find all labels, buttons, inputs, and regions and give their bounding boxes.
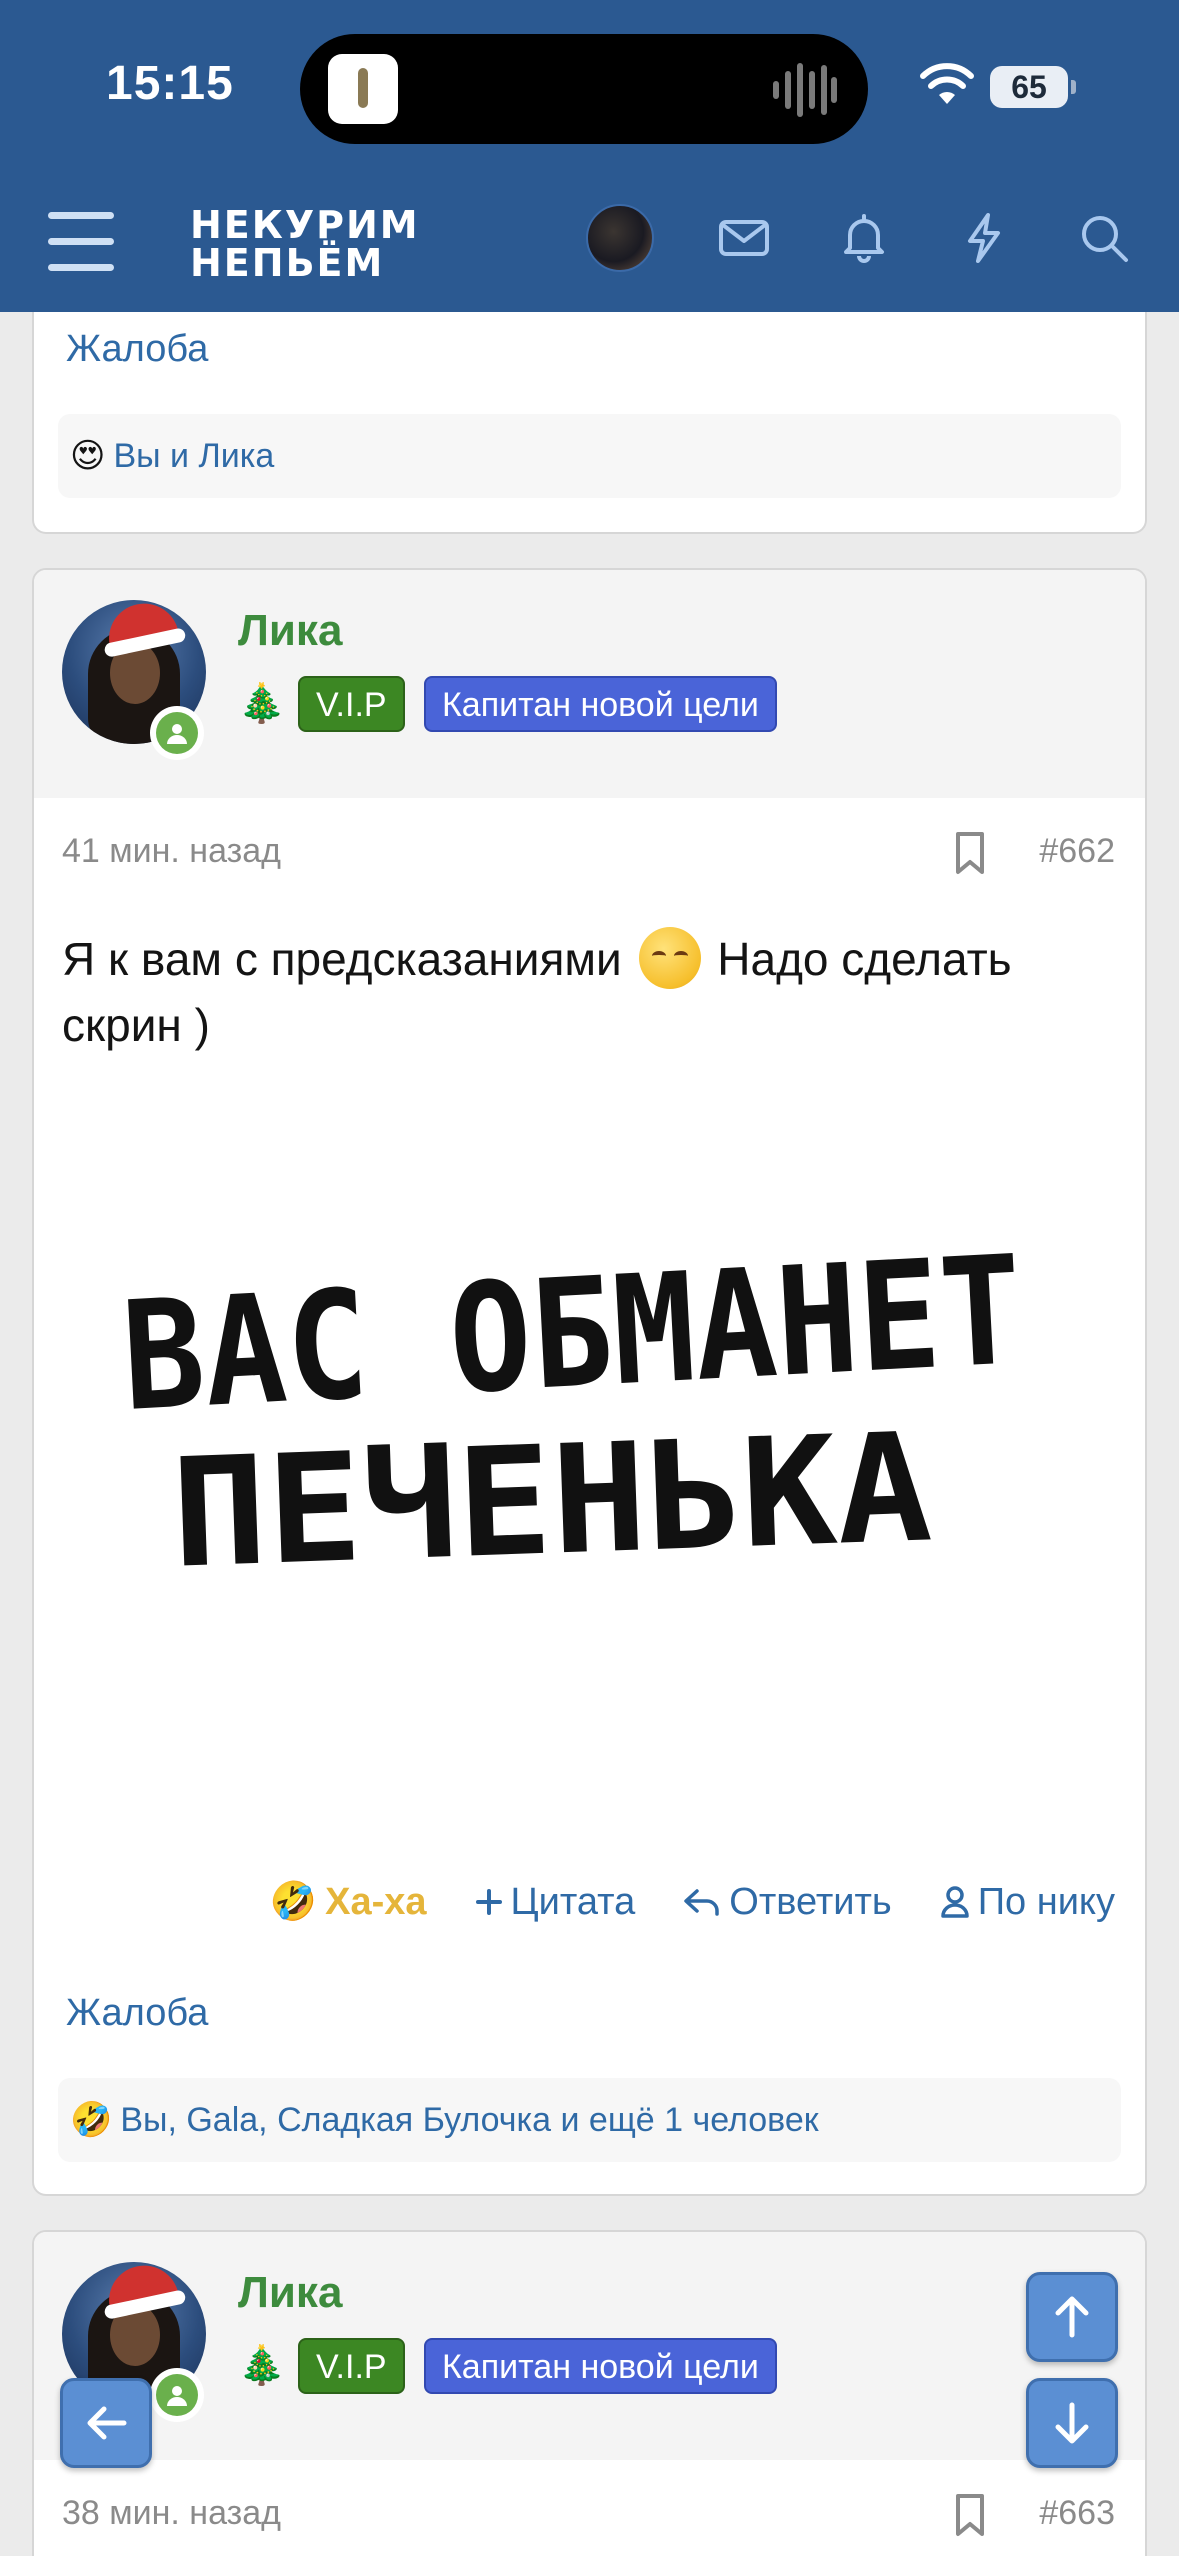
complaint-link[interactable]: Жалоба	[66, 328, 208, 371]
post-user-header: Лика 🎄 V.I.P Капитан новой цели	[34, 2232, 1145, 2460]
post-number[interactable]: #663	[1039, 2494, 1115, 2533]
site-logo[interactable]: НЕКУРИМ НЕПЬЁМ	[190, 206, 420, 282]
bookmark-icon[interactable]	[952, 830, 988, 876]
post-actions: 🤣 Ха-ха Цитата Ответить По нику	[270, 1880, 1115, 1924]
rofl-emoji-icon: 🤣	[269, 1881, 318, 1923]
vip-badge: V.I.P	[298, 2338, 405, 2394]
user-avatar[interactable]	[586, 204, 654, 272]
reply-icon	[684, 1889, 720, 1916]
mention-by-nick-button[interactable]: По нику	[940, 1881, 1115, 1924]
top-bar: 15:15 65 НЕКУРИМ НЕПЬЁМ	[0, 0, 1179, 312]
now-playing-app-icon	[328, 54, 398, 124]
post-user-header: Лика 🎄 V.I.P Капитан новой цели	[34, 570, 1145, 798]
post-number[interactable]: #662	[1039, 832, 1115, 871]
next-post-card: Лика 🎄 V.I.P Капитан новой цели 38 мин. …	[32, 2230, 1147, 2556]
user-icon	[940, 1886, 969, 1918]
bell-icon[interactable]	[836, 210, 892, 266]
relieved-face-emoji-icon	[638, 927, 701, 989]
quote-label: Цитата	[510, 1880, 636, 1923]
arrow-left-icon	[87, 2406, 127, 2440]
online-status-icon	[150, 706, 204, 760]
reply-label: Ответить	[729, 1880, 892, 1923]
menu-icon[interactable]	[48, 212, 114, 272]
search-icon[interactable]	[1076, 210, 1132, 266]
by-nick-label: По нику	[977, 1880, 1115, 1923]
mail-icon[interactable]	[716, 210, 772, 266]
haha-label: Ха-ха	[325, 1880, 427, 1923]
post-text-part-1: Я к вам с предсказаниями	[62, 933, 622, 985]
wifi-icon	[920, 63, 974, 104]
logo-line-2: НЕПЬЁМ	[190, 241, 385, 285]
post-time[interactable]: 41 мин. назад	[62, 832, 281, 871]
lightning-icon[interactable]	[956, 210, 1012, 266]
reactions-summary[interactable]: Вы, Gala, Сладкая Булочка и ещё 1 челове…	[120, 2101, 818, 2140]
image-text-line-2: ПЕЧЕНЬКА	[169, 1401, 935, 1601]
haha-reaction-button[interactable]: 🤣 Ха-ха	[270, 1880, 427, 1924]
arrow-down-icon	[1055, 2402, 1089, 2444]
reactions-bar[interactable]: 😍 Вы и Лика	[58, 414, 1121, 498]
christmas-tree-icon: 🎄	[238, 2345, 286, 2387]
plus-icon	[475, 1889, 502, 1915]
arrow-up-icon	[1055, 2296, 1089, 2338]
post-image-handwritten[interactable]: ВАС ОБМАНЕТ ПЕЧЕНЬКА	[62, 1130, 1122, 1630]
post-body-text: Я к вам с предсказаниями Надо сделать ск…	[62, 926, 1122, 1058]
logo-line-1: НЕКУРИМ	[190, 203, 420, 247]
quote-button[interactable]: Цитата	[475, 1880, 636, 1924]
scroll-up-button[interactable]	[1026, 2272, 1118, 2362]
poster-username[interactable]: Лика	[238, 2268, 342, 2318]
reactions-bar[interactable]: 🤣 Вы, Gala, Сладкая Булочка и ещё 1 чело…	[58, 2078, 1121, 2162]
post-time[interactable]: 38 мин. назад	[62, 2494, 281, 2533]
back-button[interactable]	[60, 2378, 152, 2468]
online-status-icon	[150, 2368, 204, 2422]
rofl-emoji-icon: 🤣	[70, 2101, 113, 2139]
scroll-down-button[interactable]	[1026, 2378, 1118, 2468]
bookmark-icon[interactable]	[952, 2492, 988, 2538]
title-badge: Капитан новой цели	[424, 2338, 777, 2394]
vip-badge: V.I.P	[298, 676, 405, 732]
reply-button[interactable]: Ответить	[683, 1880, 892, 1924]
post-card: Лика 🎄 V.I.P Капитан новой цели 41 мин. …	[32, 568, 1147, 2196]
reactions-summary[interactable]: Вы и Лика	[113, 437, 274, 476]
audio-waveform-icon	[773, 63, 837, 117]
battery-indicator: 65	[990, 66, 1076, 108]
complaint-link[interactable]: Жалоба	[66, 1992, 208, 2035]
poster-username[interactable]: Лика	[238, 606, 342, 656]
heart-eyes-emoji-icon: 😍	[70, 437, 106, 475]
status-time: 15:15	[106, 57, 234, 110]
title-badge: Капитан новой цели	[424, 676, 777, 732]
dynamic-island	[300, 34, 868, 144]
christmas-tree-icon: 🎄	[238, 683, 286, 725]
